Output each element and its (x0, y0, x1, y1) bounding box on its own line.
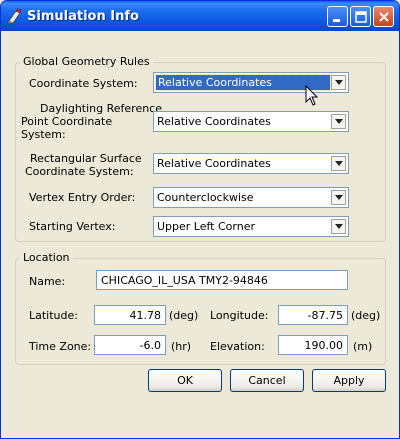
latitude-unit: (deg) (169, 309, 199, 322)
dropdown-arrow-button[interactable] (331, 219, 346, 234)
daylighting-coordinate-value: Relative Coordinates (157, 115, 271, 128)
elevation-field[interactable]: 190.00 (278, 335, 348, 355)
title-bar[interactable]: Simulation Info (1, 1, 399, 31)
longitude-label: Longitude: (210, 309, 269, 322)
minimize-icon (333, 19, 340, 22)
minimize-button[interactable] (327, 6, 348, 27)
vertex-order-label: Vertex Entry Order: (29, 191, 136, 204)
rect-surface-label-line2: Coordinate System: (25, 165, 134, 178)
chevron-down-icon (335, 161, 343, 166)
starting-vertex-value: Upper Left Corner (157, 220, 255, 233)
chevron-down-icon (335, 119, 343, 124)
name-field[interactable]: CHICAGO_IL_USA TMY2-94846 (96, 270, 348, 290)
elevation-label: Elevation: (210, 340, 265, 353)
dropdown-arrow-button[interactable] (331, 75, 346, 90)
dropdown-arrow-button[interactable] (331, 190, 346, 205)
mouse-cursor-icon (305, 85, 319, 106)
maximize-icon (355, 11, 367, 23)
starting-vertex-label: Starting Vertex: (29, 220, 116, 233)
rect-surface-coordinate-value: Relative Coordinates (157, 157, 271, 170)
time-zone-label: Time Zone: (29, 340, 92, 353)
geometry-rules-legend: Global Geometry Rules (20, 55, 153, 68)
chevron-down-icon (335, 80, 343, 85)
dropdown-arrow-button[interactable] (331, 156, 346, 171)
longitude-value: -87.75 (307, 309, 343, 322)
vertex-order-select[interactable]: Counterclockwise (153, 187, 349, 208)
window-title: Simulation Info (27, 9, 139, 24)
vertex-order-value: Counterclockwise (157, 191, 254, 204)
coordinate-system-value: Relative Coordinates (155, 74, 331, 91)
simulation-info-window: Simulation Info Global Geometry Rules Co… (0, 0, 400, 439)
rect-surface-coordinate-select[interactable]: Relative Coordinates (153, 153, 349, 174)
app-icon (8, 8, 22, 24)
rect-surface-label-line1: Rectangular Surface (30, 152, 142, 165)
coordinate-system-label: Coordinate System: (29, 77, 138, 90)
time-zone-value: -6.0 (139, 339, 161, 352)
ok-button[interactable]: OK (148, 369, 222, 392)
daylighting-coordinate-select[interactable]: Relative Coordinates (153, 111, 349, 132)
longitude-field[interactable]: -87.75 (278, 305, 348, 325)
daylighting-label-line1: Daylighting Reference (40, 102, 162, 115)
elevation-unit: (m) (353, 340, 373, 353)
apply-button[interactable]: Apply (312, 369, 386, 392)
latitude-field[interactable]: 41.78 (94, 305, 166, 325)
name-label: Name: (29, 275, 66, 288)
maximize-button[interactable] (350, 6, 371, 27)
elevation-value: 190.00 (304, 339, 344, 352)
latitude-value: 41.78 (129, 309, 162, 322)
close-button[interactable] (373, 6, 394, 27)
daylighting-label-line2: Point Coordinate (21, 115, 113, 128)
chevron-down-icon (335, 224, 343, 229)
starting-vertex-select[interactable]: Upper Left Corner (153, 216, 349, 237)
longitude-unit: (deg) (351, 309, 381, 322)
cancel-button[interactable]: Cancel (230, 369, 304, 392)
location-legend: Location (20, 251, 73, 264)
chevron-down-icon (335, 195, 343, 200)
time-zone-field[interactable]: -6.0 (94, 335, 166, 355)
time-zone-unit: (hr) (171, 340, 192, 353)
dropdown-arrow-button[interactable] (331, 114, 346, 129)
name-value: CHICAGO_IL_USA TMY2-94846 (101, 274, 268, 287)
daylighting-label-line3: System: (21, 128, 66, 141)
latitude-label: Latitude: (29, 309, 78, 322)
close-icon (379, 12, 389, 22)
coordinate-system-select[interactable]: Relative Coordinates (153, 72, 349, 93)
